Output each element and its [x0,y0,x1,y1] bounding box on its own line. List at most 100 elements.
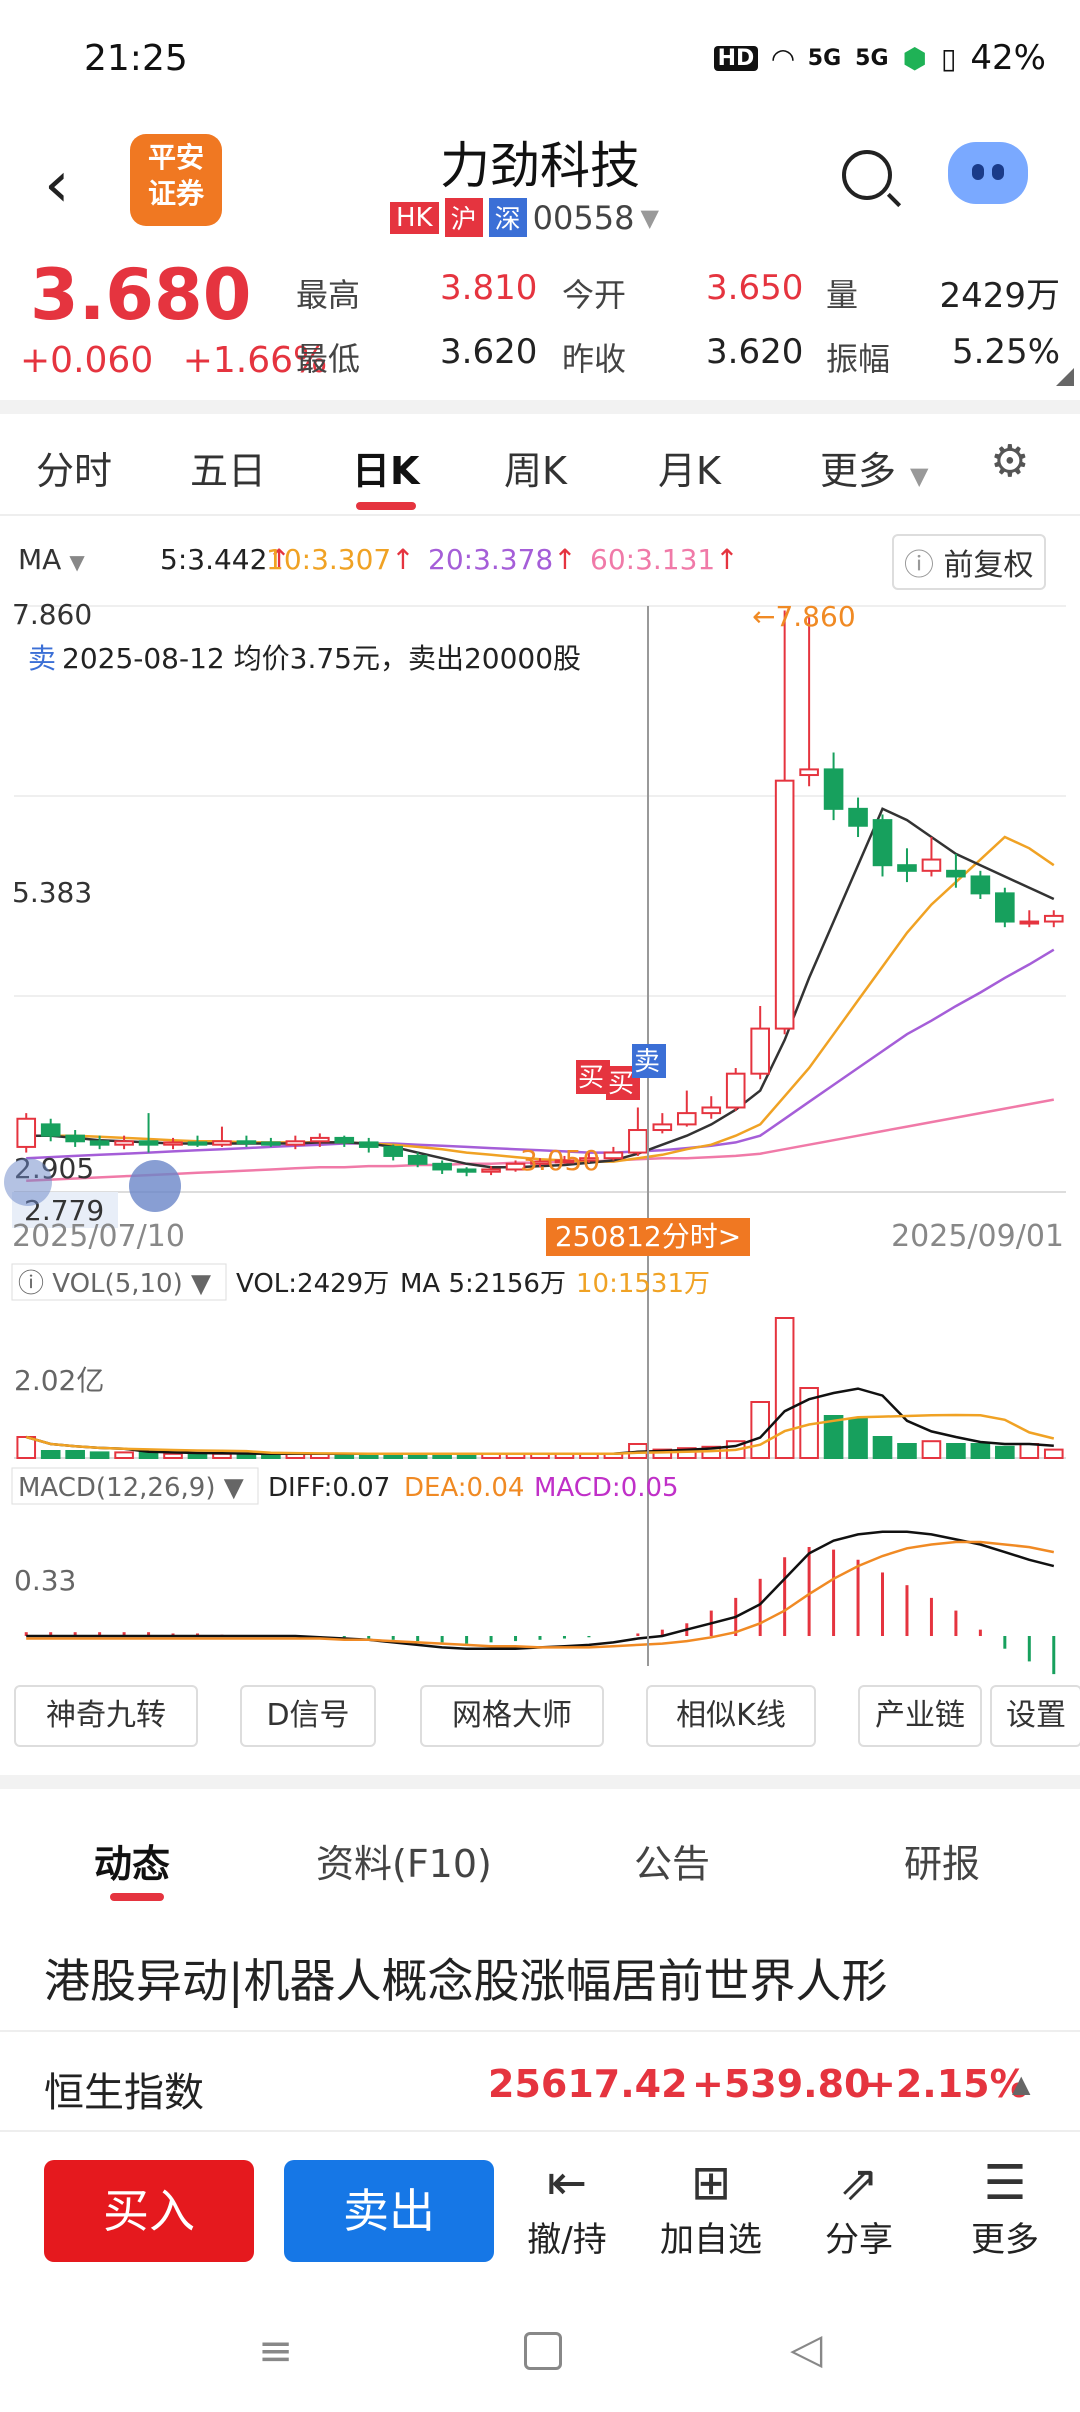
candle-body [921,858,942,872]
price-change: +0.060 +1.66% [20,340,327,381]
tool-magic-nine[interactable]: 神奇九转 [14,1685,198,1747]
tab-dynamic[interactable]: 动态 [94,1833,170,1888]
tool-settings[interactable]: 设置 [990,1685,1080,1747]
add-watchlist-button[interactable]: ⊞ 加自选 [656,2154,766,2261]
market-tag-sz: 深 [488,198,527,237]
add-watchlist-label: 加自选 [660,2220,762,2260]
stock-code-line[interactable]: HK 沪 深 00558 ▼ [390,198,659,237]
tab-daily-k[interactable]: 日K [352,440,419,495]
tab-weekly-k[interactable]: 周K [504,440,567,495]
status-icons: HD ◠ 5G 5G ⬢ ▯ 42% [713,38,1046,78]
candle-body [750,1027,770,1075]
rewind-icon[interactable] [4,1158,52,1206]
amplitude-label: 振幅 [826,340,891,378]
candle-body [481,1168,501,1173]
candle-body [138,1140,159,1146]
recents-icon[interactable]: ≡ [258,2326,293,2375]
volume-bar [774,1317,795,1459]
tool-industry-chain[interactable]: 产业链 [858,1685,982,1747]
tab-research[interactable]: 研报 [904,1833,980,1888]
vol-value: VOL:2429万 [236,1269,389,1299]
low-label: 最低 [296,340,361,378]
tab-intraday[interactable]: 分时 [36,440,112,495]
more-button[interactable]: ☰ 更多 [950,2154,1060,2261]
high-annotation: ←7.860 [752,600,856,633]
up-arrow-icon: ↑ [553,543,577,576]
candle-body [628,1129,648,1154]
news-tab-indicator [110,1893,164,1901]
macd-y-label: 0.33 [14,1564,76,1597]
macd-dea: DEA:0.04 [404,1473,524,1503]
adjust-button[interactable]: ⓘ 前复权 [892,534,1046,590]
index-ticker[interactable]: 恒生指数 25617.42 +539.80 +2.15% ▲ [0,2030,1080,2132]
candle-body [432,1162,452,1171]
macd-panel [24,1530,1056,1675]
dea-line [26,1540,1055,1649]
share-label: 分享 [825,2220,893,2260]
quote-panel: 3.680 +0.060 +1.66% 最高 3.810 最低 3.620 今开… [0,252,1080,402]
x-start-label: 2025/07/10 [12,1219,185,1254]
back-nav-icon[interactable]: ◁ [790,2324,822,2373]
ai-assistant-icon[interactable] [948,142,1028,204]
tool-grid-master[interactable]: 网格大师 [420,1685,604,1747]
prev-close-value: 3.620 [706,332,804,372]
buy-button[interactable]: 买入 [44,2160,254,2262]
gear-icon[interactable]: ⚙ [990,436,1029,487]
stock-header: ‹ 平安证券 力劲科技 HK 沪 深 00558 ▼ [0,120,1080,250]
share-icon: ⇗ [838,2155,880,2211]
tab-announcement[interactable]: 公告 [634,1833,710,1888]
share-button[interactable]: ⇗ 分享 [804,2154,914,2261]
tab-more[interactable]: 更多 ▼ [820,440,928,495]
candles [16,610,1064,1177]
candle-body [89,1140,110,1146]
macd-value: MACD:0.05 [534,1473,679,1503]
security-shield-icon: ⬢ [902,41,927,75]
trade-note-tag: 卖 [28,642,56,675]
market-tag-sh: 沪 [444,198,483,237]
more-label: 更多 [971,2220,1039,2260]
macd-diff: DIFF:0.07 [268,1473,390,1503]
open-value: 3.650 [706,268,804,308]
scroll-back-icon[interactable] [129,1160,181,1212]
volume-bar [1019,1443,1040,1459]
candle-body [163,1141,183,1146]
home-icon[interactable] [524,2332,562,2370]
ma5-text: 5:3.442 [160,543,268,576]
cancel-hold-button[interactable]: ⇤ 撤/持 [512,2154,622,2261]
stock-name: 力劲科技 [440,137,640,195]
candle-body [383,1145,404,1157]
candle-body [799,768,819,777]
candle-body [897,864,917,872]
candle-body [358,1141,379,1148]
tab-five-day[interactable]: 五日 [190,440,266,495]
active-tab-indicator [356,502,416,510]
volume-bar [65,1450,85,1459]
candle-body [774,779,795,1030]
market-tag-hk: HK [390,201,439,234]
news-headline[interactable]: 港股异动|机器人概念股涨幅居前世界人形 [44,1945,888,2011]
vol-y-label: 2.02亿 [14,1364,104,1397]
ma60-text: 60:3.131 [590,543,716,576]
tab-f10[interactable]: 资料(F10) [316,1833,492,1888]
kline-tabs: 分时 五日 日K 周K 月K 更多 ▼ ⚙ [0,414,1080,516]
tool-similar-k[interactable]: 相似K线 [646,1685,816,1747]
sell-button[interactable]: 卖出 [284,2160,494,2262]
volume-bar [872,1436,893,1459]
trade-action-bar: 买入 卖出 ⇤ 撤/持 ⊞ 加自选 ⇗ 分享 ☰ 更多 [0,2130,1080,2262]
ma20-value: 20:3.378↑ [428,543,577,576]
volume-bar [40,1450,61,1459]
add-box-icon: ⊞ [690,2155,732,2211]
volume-bar [897,1443,917,1459]
expand-up-icon[interactable]: ▲ [1012,2070,1030,2098]
buy-marker-2-label: 买 [608,1069,634,1099]
status-time: 21:25 [84,38,188,79]
kline-chart[interactable]: 7.860 5.383 2.905 2.779 ←7.860 3.050 卖 2… [0,596,1080,1676]
ma-label[interactable]: MA ▼ [18,543,85,576]
tool-d-signal[interactable]: D信号 [240,1685,376,1747]
stock-code: 00558 [532,198,635,237]
index-change: +539.80 [692,2062,871,2106]
expand-corner-icon[interactable] [1056,368,1074,386]
search-icon[interactable] [842,150,892,200]
code-dropdown-icon: ▼ [640,203,659,232]
tab-monthly-k[interactable]: 月K [658,440,721,495]
